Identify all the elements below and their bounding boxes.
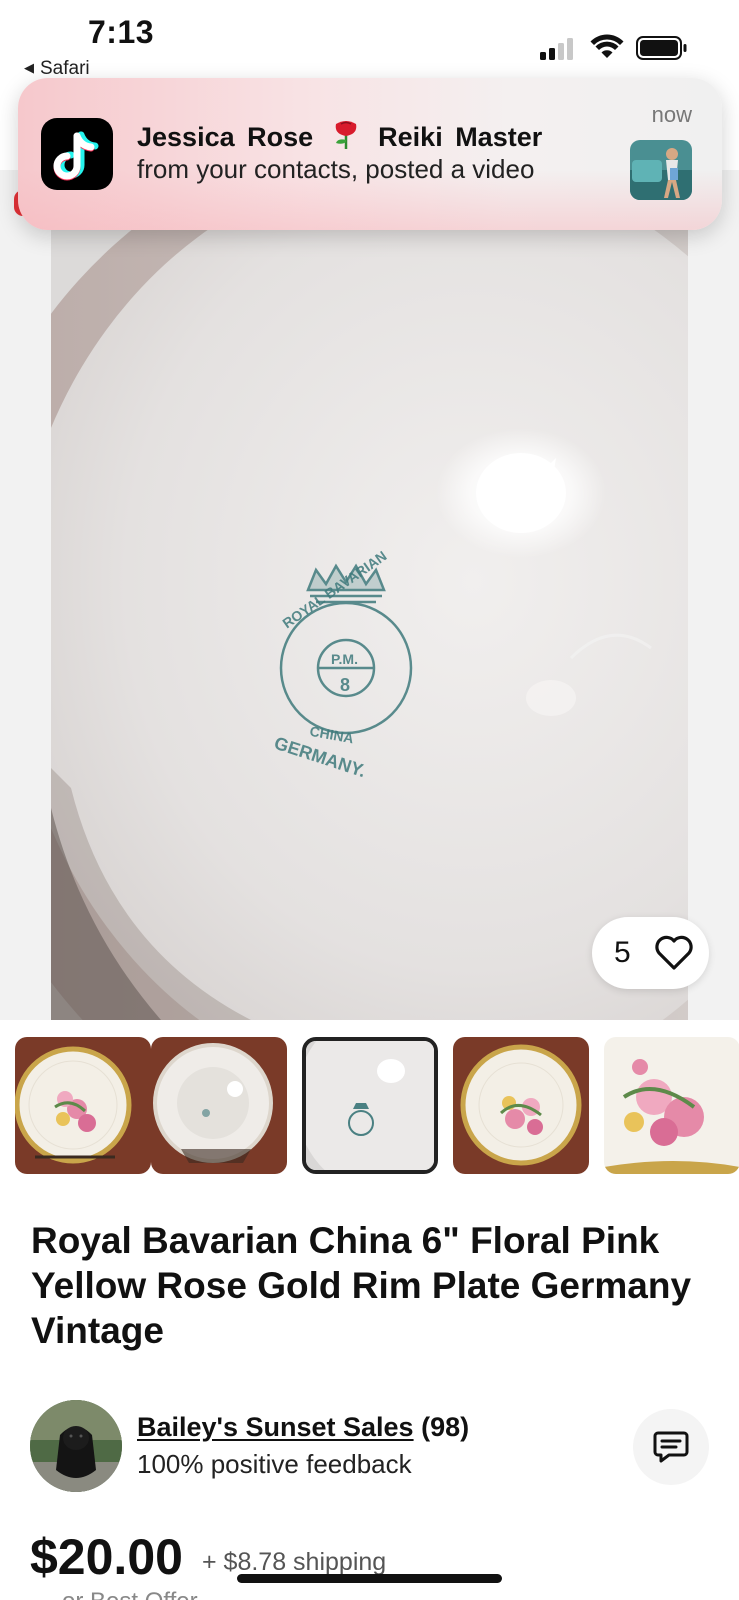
cellular-signal-icon xyxy=(540,36,573,60)
thumbnail-3-selected[interactable] xyxy=(302,1037,438,1174)
notification-title: Jessica Rose Reiki Master xyxy=(137,118,542,153)
seller-feedback-count: (98) xyxy=(421,1412,470,1442)
plate-back-photo: P.M. 8 ROYAL BAVARIAN CHINA GERMANY. xyxy=(51,228,688,1020)
notification-sender-role: Reiki Master xyxy=(378,122,543,152)
shipping-cost: + $8.78 shipping xyxy=(202,1548,387,1576)
wifi-icon xyxy=(590,34,624,58)
notification-body: from your contacts, posted a video xyxy=(137,154,535,184)
thumbnail-4[interactable] xyxy=(453,1037,589,1174)
status-bar: 7:13 ◀ Safari xyxy=(0,0,739,80)
heart-icon xyxy=(655,935,693,970)
tiktok-notification-banner[interactable]: Jessica Rose Reiki Master from your cont… xyxy=(18,78,722,230)
back-arrow-icon: ◀ xyxy=(24,60,34,75)
message-icon xyxy=(653,1431,689,1463)
rose-icon xyxy=(335,121,356,149)
seller-feedback-percent: 100% positive feedback xyxy=(137,1449,412,1479)
thumbnail-strip[interactable] xyxy=(0,1037,739,1174)
thumbnail-2[interactable] xyxy=(151,1037,287,1174)
svg-text:P.M.: P.M. xyxy=(331,651,358,667)
like-count: 5 xyxy=(614,936,631,969)
back-app-label: Safari xyxy=(40,58,90,79)
seller-name-link[interactable]: Bailey's Sunset Sales xyxy=(137,1412,414,1442)
back-to-safari-link[interactable]: ◀ Safari xyxy=(24,58,90,80)
best-offer-label: or Best Offer xyxy=(62,1588,198,1600)
home-indicator[interactable] xyxy=(237,1574,502,1583)
notification-video-thumbnail xyxy=(630,140,692,200)
notification-time: now xyxy=(651,102,692,127)
watchlist-like-button[interactable]: 5 xyxy=(592,917,709,989)
listing-title: Royal Bavarian China 6" Floral Pink Yell… xyxy=(31,1220,692,1351)
main-product-image[interactable]: P.M. 8 ROYAL BAVARIAN CHINA GERMANY. xyxy=(51,228,688,1020)
ebay-listing-page: 7:13 ◀ Safari P.M. 8 ROYAL BAVARIAN CHIN… xyxy=(0,0,739,1600)
thumbnail-5[interactable] xyxy=(604,1037,739,1174)
notification-sender-name: Jessica Rose xyxy=(137,122,314,152)
seller-name-row: Bailey's Sunset Sales (98) xyxy=(137,1412,469,1443)
clock: 7:13 xyxy=(88,14,155,50)
seller-avatar[interactable] xyxy=(30,1400,122,1492)
tiktok-icon xyxy=(41,118,113,190)
item-price: $20.00 xyxy=(30,1529,183,1585)
svg-text:8: 8 xyxy=(340,675,350,695)
contact-seller-button[interactable] xyxy=(633,1409,709,1485)
thumbnail-1[interactable] xyxy=(15,1037,151,1174)
battery-icon xyxy=(636,36,687,60)
